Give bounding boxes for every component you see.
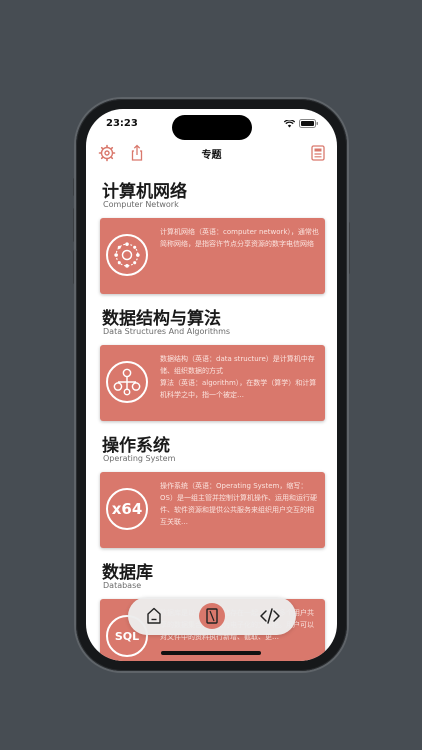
topic-card-network[interactable]: 计算机网络（英语：computer network），通常也简称网络，是指容许节… <box>100 218 325 294</box>
topic-description: 数据结构（英语：data structure）是计算机中存储、组织数据的方式 算… <box>160 355 317 399</box>
status-icons <box>284 119 319 128</box>
wifi-icon <box>284 119 295 127</box>
battery-icon <box>299 119 318 128</box>
topic-title: 操作系统 <box>102 436 170 456</box>
status-time: 23:23 <box>106 118 138 129</box>
tab-bar <box>128 597 296 635</box>
power-button <box>347 222 350 274</box>
x64-icon: x64 <box>106 488 148 530</box>
topic-subtitle: Operating System <box>103 454 176 463</box>
page-title: 专题 <box>201 150 222 161</box>
topic-card-data-structures[interactable]: 数据结构（英语：data structure）是计算机中存储、组织数据的方式 算… <box>100 345 325 421</box>
topic-card-operating-system[interactable]: x64 操作系统（英语：Operating System，缩写：OS）是一组主管… <box>100 472 325 548</box>
home-indicator <box>161 651 261 655</box>
screen: 23:23 专题 计算机网络 Computer Network 计算机网络（英语… <box>86 109 337 661</box>
tree-icon <box>106 361 148 403</box>
topic-description: 操作系统（英语：Operating System，缩写：OS）是一组主管并控制计… <box>160 482 317 526</box>
document-list-icon[interactable] <box>309 144 327 162</box>
topic-description: 计算机网络（英语：computer network），通常也简称网络，是指容许节… <box>160 228 319 248</box>
topic-subtitle: Computer Network <box>103 200 179 209</box>
x64-icon-label: x64 <box>111 500 143 518</box>
code-icon[interactable] <box>255 601 285 631</box>
topic-title: 数据结构与算法 <box>102 309 221 329</box>
topic-title: 数据库 <box>102 563 153 583</box>
home-icon[interactable] <box>139 601 169 631</box>
topic-subtitle: Data Structures And Algorithms <box>103 327 231 336</box>
book-icon[interactable] <box>197 601 227 631</box>
network-icon <box>106 234 148 276</box>
topic-title: 计算机网络 <box>102 182 187 202</box>
dynamic-island <box>172 115 252 140</box>
navigation-bar: 专题 <box>86 143 337 167</box>
topic-subtitle: Database <box>103 581 142 590</box>
